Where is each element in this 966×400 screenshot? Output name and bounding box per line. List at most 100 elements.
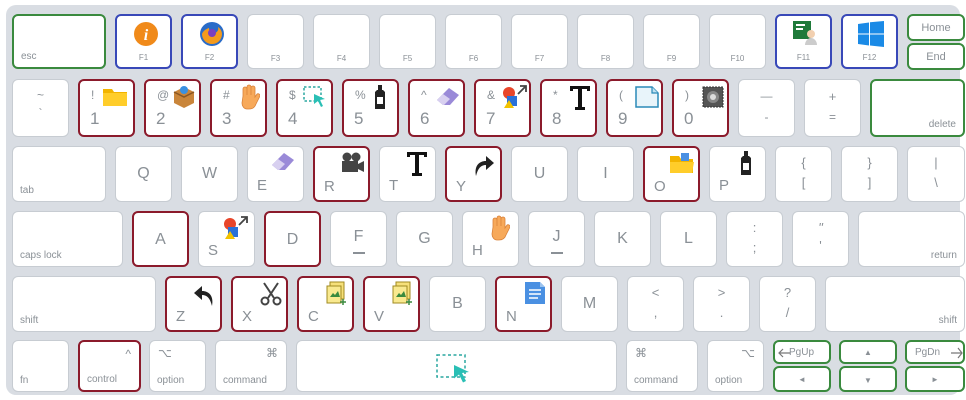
- return-key[interactable]: return: [858, 211, 965, 267]
- f8-label: F8: [600, 54, 611, 63]
- x-key[interactable]: X: [231, 276, 288, 332]
- f5-key[interactable]: F5: [379, 14, 436, 69]
- f9-key[interactable]: F9: [643, 14, 700, 69]
- plus-key[interactable]: + =: [804, 79, 861, 137]
- right-shift-key[interactable]: shift: [825, 276, 965, 332]
- quote-key[interactable]: " ': [792, 211, 849, 267]
- left-option-key[interactable]: ⌥ option: [149, 340, 206, 392]
- j-key[interactable]: J: [528, 211, 585, 267]
- t-label: T: [389, 177, 399, 194]
- key-8[interactable]: * 8: [540, 79, 597, 137]
- s-key[interactable]: S: [198, 211, 255, 267]
- right-option-key[interactable]: ⌥ option: [707, 340, 764, 392]
- h-key[interactable]: H: [462, 211, 519, 267]
- key-2[interactable]: @ 2: [144, 79, 201, 137]
- key-7[interactable]: & 7: [474, 79, 531, 137]
- key-1[interactable]: ! 1: [78, 79, 135, 137]
- delete-key[interactable]: delete: [870, 79, 965, 137]
- left-arrow-key[interactable]: ◄: [773, 366, 831, 392]
- key-4[interactable]: $ 4: [276, 79, 333, 137]
- f-key[interactable]: F: [330, 211, 387, 267]
- caps-lock-label: caps lock: [20, 250, 62, 261]
- i-label: I: [603, 165, 608, 182]
- gt-key[interactable]: > .: [693, 276, 750, 332]
- lbrace-key[interactable]: { [: [775, 146, 832, 202]
- l-key[interactable]: L: [660, 211, 717, 267]
- eraser-icon: [272, 153, 294, 170]
- minus-top: —: [760, 89, 773, 103]
- k-key[interactable]: K: [594, 211, 651, 267]
- up-arrow-key[interactable]: ▲: [839, 340, 897, 364]
- v-key[interactable]: V: [363, 276, 420, 332]
- a-key[interactable]: A: [132, 211, 189, 267]
- folder-icon: [103, 89, 127, 106]
- d-key[interactable]: D: [264, 211, 321, 267]
- f4-key[interactable]: F4: [313, 14, 370, 69]
- esc-key[interactable]: esc: [12, 14, 106, 69]
- m-key[interactable]: M: [561, 276, 618, 332]
- left-command-key[interactable]: ⌘ command: [215, 340, 287, 392]
- f11-label: F11: [796, 53, 811, 62]
- pgdn-key[interactable]: PgDn: [905, 340, 965, 364]
- lt-key[interactable]: < ,: [627, 276, 684, 332]
- colon-top: :: [752, 220, 757, 235]
- f1-key[interactable]: i F1: [115, 14, 172, 69]
- f3-key[interactable]: F3: [247, 14, 304, 69]
- down-arrow-key[interactable]: ▼: [839, 366, 897, 392]
- r-key[interactable]: R: [313, 146, 370, 202]
- f11-key[interactable]: F11: [775, 14, 832, 69]
- caps-lock-key[interactable]: caps lock: [12, 211, 123, 267]
- g-key[interactable]: G: [396, 211, 453, 267]
- pgup-key[interactable]: PgUp: [773, 340, 831, 364]
- question-key[interactable]: ? /: [759, 276, 816, 332]
- key-0[interactable]: ) 0: [672, 79, 729, 137]
- pipe-key[interactable]: | \: [907, 146, 965, 202]
- key-8-main: 8: [552, 109, 562, 128]
- o-key[interactable]: O: [643, 146, 700, 202]
- w-key[interactable]: W: [181, 146, 238, 202]
- q-key[interactable]: Q: [115, 146, 172, 202]
- f7-key[interactable]: F7: [511, 14, 568, 69]
- tilde-key[interactable]: ~ `: [12, 79, 69, 137]
- right-arrow-key[interactable]: ►: [905, 366, 965, 392]
- end-key[interactable]: End: [907, 43, 965, 70]
- space-key[interactable]: [296, 340, 617, 392]
- colon-key[interactable]: : ;: [726, 211, 783, 267]
- c-key[interactable]: C: [297, 276, 354, 332]
- f6-key[interactable]: F6: [445, 14, 502, 69]
- key-5[interactable]: % 5: [342, 79, 399, 137]
- t-key[interactable]: T: [379, 146, 436, 202]
- key-6[interactable]: ^ 6: [408, 79, 465, 137]
- fn-key[interactable]: fn: [12, 340, 69, 392]
- f2-key[interactable]: F2: [181, 14, 238, 69]
- f6-label: F6: [468, 54, 479, 63]
- f8-key[interactable]: F8: [577, 14, 634, 69]
- delete-label: delete: [928, 119, 956, 130]
- b-key[interactable]: B: [429, 276, 486, 332]
- y-key[interactable]: Y: [445, 146, 502, 202]
- f12-key[interactable]: F12: [841, 14, 898, 69]
- minus-key[interactable]: — -: [738, 79, 795, 137]
- n-key[interactable]: N: [495, 276, 552, 332]
- rbrace-key[interactable]: } ]: [841, 146, 898, 202]
- z-key[interactable]: Z: [165, 276, 222, 332]
- scissors-icon: [260, 282, 282, 306]
- right-command-key[interactable]: ⌘ command: [626, 340, 698, 392]
- left-shift-key[interactable]: shift: [12, 276, 156, 332]
- control-key[interactable]: ^ control: [78, 340, 141, 392]
- d-label: D: [286, 231, 299, 248]
- p-key[interactable]: P: [709, 146, 766, 202]
- tab-key[interactable]: tab: [12, 146, 106, 202]
- shapes-icon: [503, 85, 527, 108]
- e-key[interactable]: E: [247, 146, 304, 202]
- i-key[interactable]: I: [577, 146, 634, 202]
- h-label: H: [472, 242, 483, 259]
- key-3[interactable]: # 3: [210, 79, 267, 137]
- left-shift-label: shift: [20, 315, 39, 326]
- f10-key[interactable]: F10: [709, 14, 766, 69]
- key-1-top: !: [91, 88, 95, 102]
- u-key[interactable]: U: [511, 146, 568, 202]
- key-0-main: 0: [684, 109, 694, 128]
- key-9[interactable]: ( 9: [606, 79, 663, 137]
- home-key[interactable]: Home: [907, 14, 965, 41]
